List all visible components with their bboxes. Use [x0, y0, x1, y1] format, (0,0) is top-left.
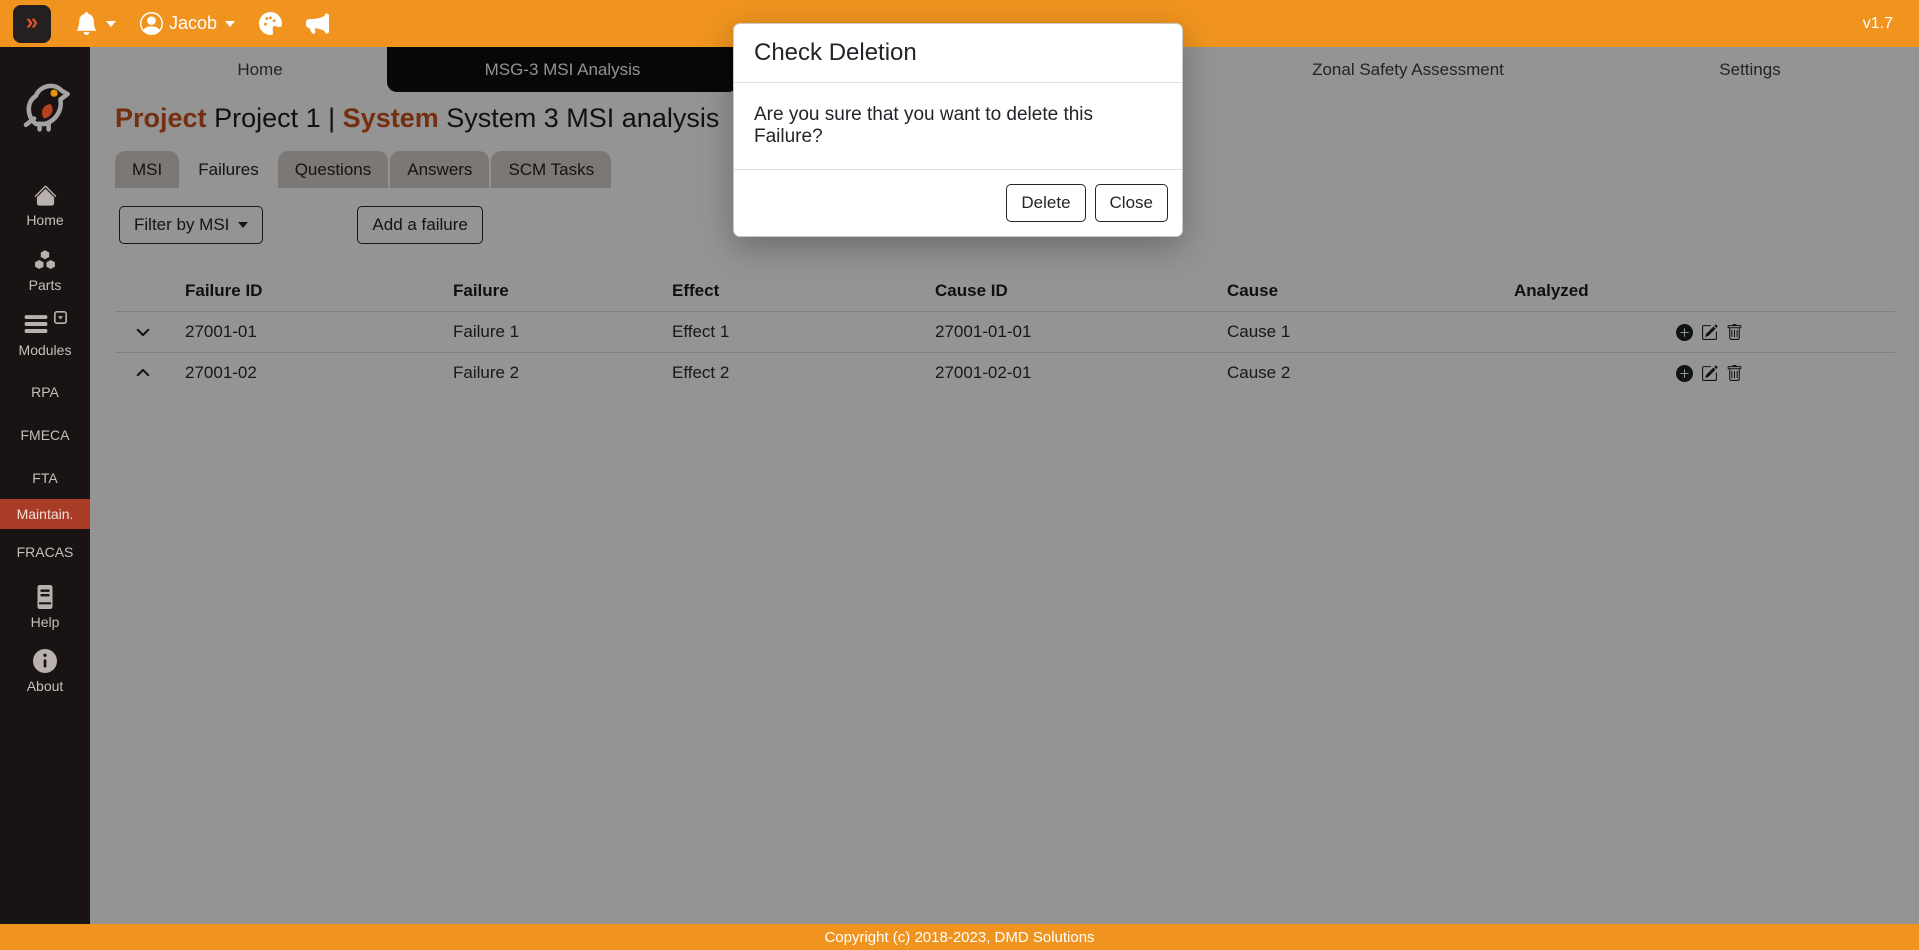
sidebar-item-label: Maintain. — [17, 506, 74, 522]
close-button[interactable]: Close — [1095, 184, 1168, 222]
sidebar-item-fmeca[interactable]: FMECA — [0, 423, 90, 447]
window-caret-icon — [54, 311, 67, 324]
sidebar-item-label: FTA — [32, 470, 57, 486]
caret-down-icon — [106, 21, 116, 27]
copyright-text: Copyright (c) 2018-2023, DMD Solutions — [824, 929, 1094, 946]
sidebar-item-label: FMECA — [21, 427, 70, 443]
modal-title: Check Deletion — [734, 24, 1182, 83]
user-menu[interactable]: Jacob — [140, 12, 235, 35]
sidebar-item-parts[interactable]: Parts — [0, 248, 90, 293]
sidebar-item-label: Modules — [19, 342, 72, 358]
megaphone-icon — [306, 12, 329, 35]
sidebar-item-fracas[interactable]: FRACAS — [0, 540, 90, 564]
sidebar-item-help[interactable]: Help — [0, 585, 90, 630]
person-circle-icon — [140, 12, 163, 35]
menu-icon — [23, 311, 49, 337]
sidebar-item-fta[interactable]: FTA — [0, 466, 90, 490]
book-icon — [33, 585, 57, 609]
footer: Copyright (c) 2018-2023, DMD Solutions — [0, 924, 1919, 950]
sidebar-item-label: FRACAS — [17, 544, 74, 560]
sidebar-item-label: About — [27, 678, 64, 694]
modal-message: Are you sure that you want to delete thi… — [734, 83, 1182, 169]
bell-icon — [75, 12, 98, 35]
house-icon — [34, 184, 57, 207]
sidebar-item-home[interactable]: Home — [0, 184, 90, 228]
sidebar-collapse-button[interactable]: » — [13, 5, 51, 43]
app-version: v1.7 — [1863, 15, 1893, 33]
palette-icon — [259, 12, 282, 35]
sidebar-item-label: Help — [31, 614, 60, 630]
modal-footer: Delete Close — [734, 169, 1182, 236]
user-name: Jacob — [169, 13, 217, 34]
caret-down-icon — [225, 21, 235, 27]
sidebar: Home Parts Modules RPA FMECA FTA Maintai… — [0, 47, 90, 924]
announcements-button[interactable] — [306, 12, 329, 35]
sidebar-item-rpa[interactable]: RPA — [0, 380, 90, 404]
sidebar-item-about[interactable]: About — [0, 649, 90, 694]
sidebar-item-modules[interactable]: Modules — [0, 311, 90, 358]
check-deletion-modal: Check Deletion Are you sure that you wan… — [733, 23, 1183, 237]
sidebar-item-label: Parts — [29, 277, 62, 293]
double-chevron-right-icon: » — [26, 11, 38, 33]
info-circle-icon — [33, 649, 57, 673]
notifications-menu[interactable] — [75, 12, 116, 35]
boxes-icon — [33, 248, 57, 272]
app-logo[interactable] — [16, 75, 74, 138]
theme-button[interactable] — [259, 12, 282, 35]
sidebar-item-label: Home — [26, 212, 63, 228]
delete-button[interactable]: Delete — [1006, 184, 1085, 222]
sidebar-item-label: RPA — [31, 384, 59, 400]
bird-logo-icon — [16, 75, 74, 133]
sidebar-item-maintain-active[interactable]: Maintain. — [0, 499, 90, 529]
